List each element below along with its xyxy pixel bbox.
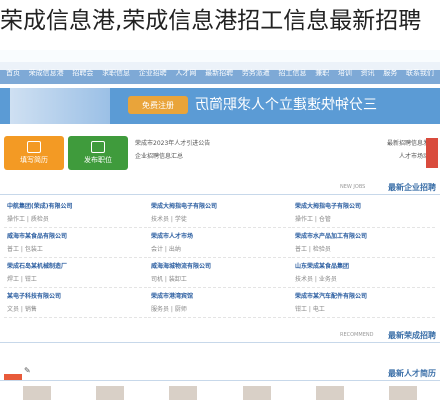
section-sub: NEW JOBS	[340, 184, 366, 190]
positions: 操作工 | 仓管	[295, 216, 331, 223]
job-item[interactable]: 荣成市港湾宾馆 服务员 | 厨师	[148, 288, 291, 318]
positions: 普工 | 检验员	[295, 246, 331, 253]
job-item[interactable]: 中航集团(荣成)有限公司 操作工 | 质检员	[4, 198, 147, 228]
section-featured: NEW JOBS 最新企业招聘	[0, 180, 440, 195]
post-job-label: 发布职位	[84, 156, 112, 164]
job-item[interactable]: 某电子科技有限公司 文员 | 销售	[4, 288, 147, 318]
positions: 司机 | 装卸工	[151, 276, 187, 283]
job-item[interactable]: 威海市某食品有限公司 普工 | 包装工	[4, 228, 147, 258]
banner-photo	[10, 88, 110, 124]
section-title: 最新企业招聘	[388, 183, 436, 192]
avatar[interactable]	[315, 386, 344, 400]
avatar[interactable]	[95, 386, 124, 400]
company-link[interactable]: 威海海城物流有限公司	[151, 263, 211, 270]
notice-row[interactable]: 荣成市2023年人才引进公告 最新招聘信息发布	[135, 138, 435, 147]
notice-link[interactable]: 企业招聘信息汇总	[135, 151, 183, 160]
resume-button[interactable]: 填写简历	[4, 136, 64, 170]
resume-label: 填写简历	[20, 156, 48, 164]
positions: 技术员 | 学徒	[151, 216, 187, 223]
avatar[interactable]	[389, 386, 418, 400]
company-link[interactable]: 荣成大拇指电子有限公司	[295, 203, 361, 210]
company-link[interactable]: 荣成市某汽车配件有限公司	[295, 293, 367, 300]
register-button[interactable]: 免费注册	[128, 96, 188, 114]
section-title: 最新人才简历	[388, 369, 436, 378]
notice-link[interactable]: 荣成市2023年人才引进公告	[135, 138, 210, 147]
company-link[interactable]: 荣成市水产品加工有限公司	[295, 233, 367, 240]
positions: 焊工 | 钳工	[7, 276, 37, 283]
document-icon	[27, 141, 41, 153]
job-column: 荣成大拇指电子有限公司 技术员 | 学徒 荣成市人才市场 会计 | 出纳 威海海城物…	[148, 198, 291, 324]
job-item[interactable]: 威海海城物流有限公司 司机 | 装卸工	[148, 258, 291, 288]
job-item[interactable]: 荣成市人才市场 会计 | 出纳	[148, 228, 291, 258]
job-item[interactable]: 山东荣成某食品集团 技术员 | 业务员	[292, 258, 435, 288]
company-link[interactable]: 荣成大拇指电子有限公司	[151, 203, 217, 210]
positions: 技术员 | 业务员	[295, 276, 337, 283]
section-recommended: RECOMMEND 最新荣成招聘	[0, 328, 440, 343]
company-link[interactable]: 中航集团(荣成)有限公司	[7, 203, 73, 210]
new-badge	[4, 374, 22, 380]
job-column: 中航集团(荣成)有限公司 操作工 | 质检员 威海市某食品有限公司 普工 | 包装工…	[4, 198, 147, 324]
resume-avatars	[0, 386, 440, 400]
pencil-icon: ✎	[24, 366, 31, 375]
job-item[interactable]: 荣成大拇指电子有限公司 技术员 | 学徒	[148, 198, 291, 228]
job-list: 中航集团(荣成)有限公司 操作工 | 质检员 威海市某食品有限公司 普工 | 包装工…	[0, 198, 440, 326]
positions: 普工 | 包装工	[7, 246, 43, 253]
company-link[interactable]: 荣成石岛某机械制造厂	[7, 263, 67, 270]
positions: 会计 | 出纳	[151, 246, 181, 253]
avatar[interactable]	[22, 386, 51, 400]
notice-row[interactable]: 企业招聘信息汇总 人才市场动态	[135, 151, 435, 160]
positions: 文员 | 销售	[7, 306, 37, 313]
job-column: 荣成大拇指电子有限公司 操作工 | 仓管 荣成市水产品加工有限公司 普工 | 检验员…	[292, 198, 435, 324]
job-item[interactable]: 荣成市某汽车配件有限公司 钳工 | 电工	[292, 288, 435, 318]
company-link[interactable]: 荣成市港湾宾馆	[151, 293, 193, 300]
page-title: 荣成信息港,荣成信息港招工信息最新招聘	[0, 0, 440, 70]
hero-banner: 免费注册 三分钟快速建立个人求职简历	[0, 88, 440, 124]
job-item[interactable]: 荣成石岛某机械制造厂 焊工 | 钳工	[4, 258, 147, 288]
avatar[interactable]	[242, 386, 271, 400]
section-talent: 最新人才简历	[0, 366, 440, 381]
company-link[interactable]: 某电子科技有限公司	[7, 293, 61, 300]
section-title: 最新荣成招聘	[388, 331, 436, 340]
company-link[interactable]: 威海市某食品有限公司	[7, 233, 67, 240]
positions: 操作工 | 质检员	[7, 216, 49, 223]
positions: 服务员 | 厨师	[151, 306, 187, 313]
company-link[interactable]: 山东荣成某食品集团	[295, 263, 349, 270]
section-sub: RECOMMEND	[340, 332, 374, 338]
job-item[interactable]: 荣成市水产品加工有限公司 普工 | 检验员	[292, 228, 435, 258]
avatar[interactable]	[169, 386, 198, 400]
company-link[interactable]: 荣成市人才市场	[151, 233, 193, 240]
banner-slogan: 三分钟快速建立个人求职简历	[195, 97, 377, 113]
side-badge	[426, 138, 438, 168]
positions: 钳工 | 电工	[295, 306, 325, 313]
page: 荣成信息港,荣成信息港招工信息最新招聘 首页 荣成信息港 招聘会 求职信息 企业…	[0, 0, 440, 400]
notice-list: 荣成市2023年人才引进公告 最新招聘信息发布 企业招聘信息汇总 人才市场动态	[135, 138, 435, 170]
post-job-button[interactable]: 发布职位	[68, 136, 128, 170]
job-item[interactable]: 荣成大拇指电子有限公司 操作工 | 仓管	[292, 198, 435, 228]
briefcase-icon	[91, 141, 105, 153]
